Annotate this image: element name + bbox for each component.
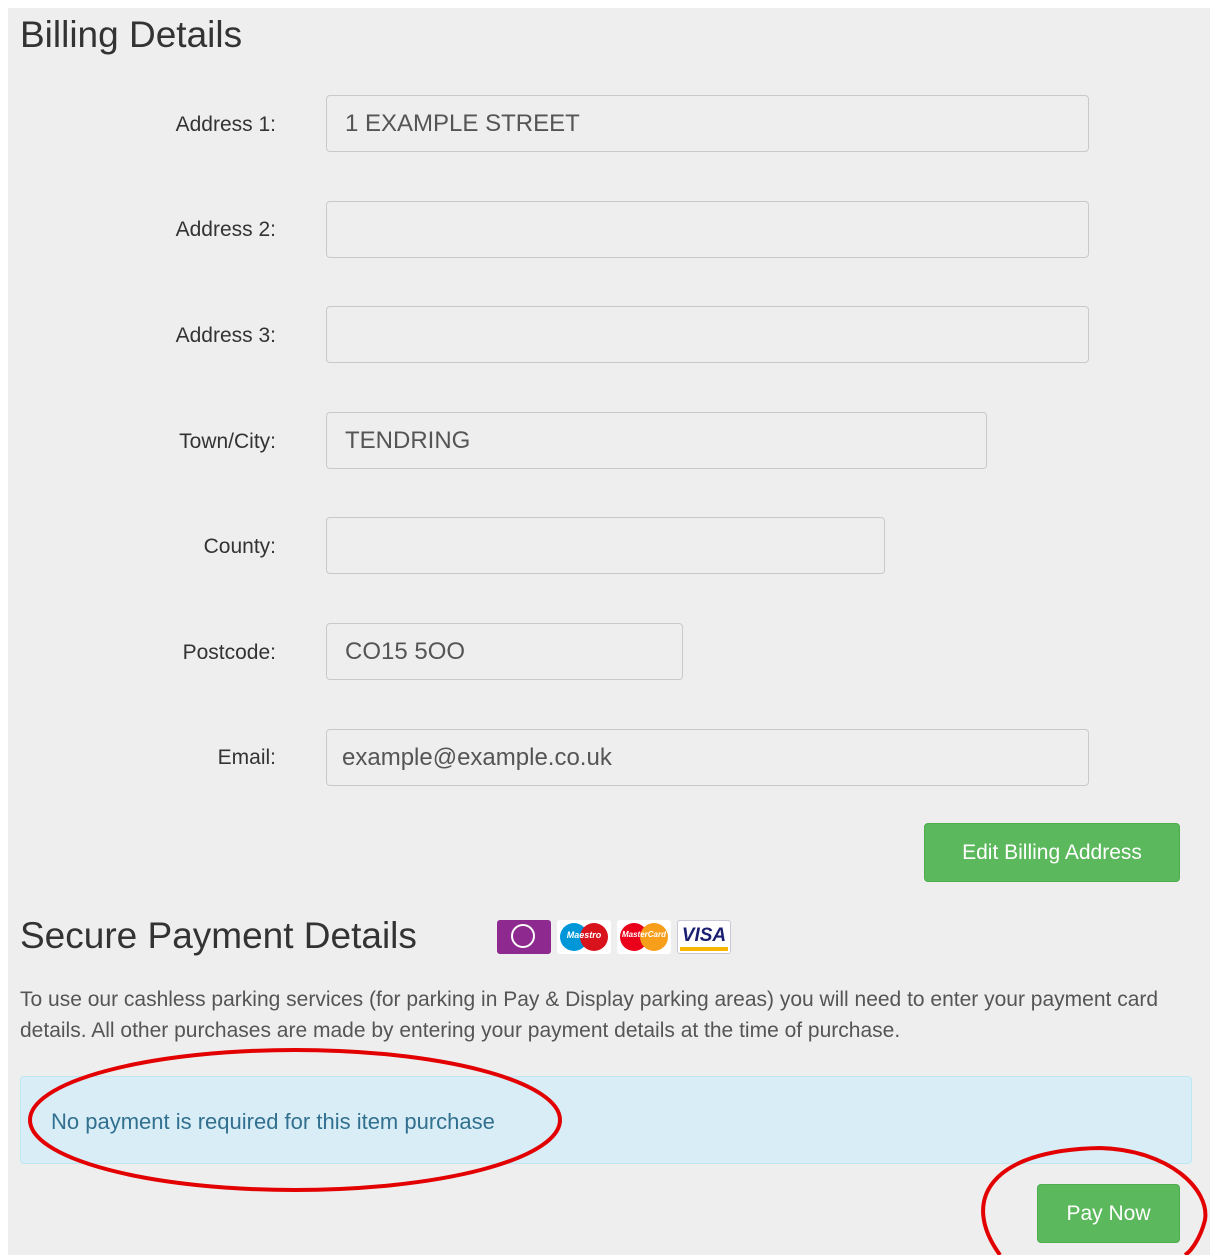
address2-input[interactable]	[326, 201, 1089, 258]
town-city-input[interactable]	[326, 412, 987, 469]
payment-notice: No payment is required for this item pur…	[20, 1076, 1192, 1164]
address1-label: Address 1:	[175, 113, 276, 136]
mastercard-card-icon: MasterCard	[617, 920, 671, 954]
email-input[interactable]	[326, 729, 1089, 786]
billing-title: Billing Details	[20, 14, 243, 55]
maestro-card-text: Maestro	[566, 930, 602, 940]
town-city-label: Town/City:	[179, 430, 276, 453]
address2-label: Address 2:	[175, 218, 276, 241]
pay-now-button[interactable]: Pay Now	[1037, 1184, 1180, 1243]
maestro-card-icon: Maestro	[557, 920, 611, 954]
mastercard-card-text: MasterCard	[621, 930, 666, 939]
county-label: County:	[203, 535, 276, 558]
visa-card-icon: VISA	[677, 920, 731, 954]
visa-card-text: VISA	[681, 925, 727, 946]
accepted-cards: Maestro MasterCard VISA	[497, 919, 731, 955]
edit-billing-address-button[interactable]: Edit Billing Address	[924, 823, 1180, 882]
address1-input[interactable]	[326, 95, 1089, 152]
address3-label: Address 3:	[175, 324, 276, 347]
postcode-label: Postcode:	[182, 641, 276, 664]
address3-input[interactable]	[326, 306, 1089, 363]
email-label: Email:	[217, 746, 276, 769]
county-input[interactable]	[326, 517, 885, 574]
payment-title: Secure Payment Details	[20, 915, 417, 956]
postcode-input[interactable]	[326, 623, 683, 680]
payment-description: To use our cashless parking services (fo…	[20, 988, 1159, 1042]
solo-card-icon	[497, 920, 551, 954]
payment-notice-text: No payment is required for this item pur…	[51, 1109, 495, 1134]
